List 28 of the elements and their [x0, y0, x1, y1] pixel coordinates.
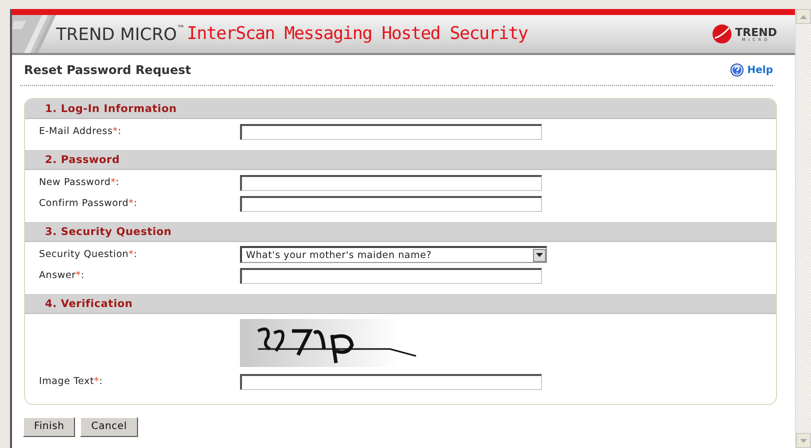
header-stripes-drawing	[12, 15, 56, 53]
input-field[interactable]	[240, 124, 542, 140]
logo-icon	[712, 24, 732, 44]
field-label: E-Mail Address*:	[38, 126, 122, 137]
security-question-dropdown[interactable]: What's your mother's maiden name?	[240, 246, 547, 263]
input-field[interactable]	[240, 268, 542, 284]
down-arrow-icon	[800, 438, 807, 442]
field-label: Answer*:	[38, 270, 86, 281]
field-label: Security Question*:	[38, 249, 138, 260]
product-name: InterScan Messaging Hosted Security	[186, 24, 528, 44]
section-header: 2. Password	[25, 150, 776, 170]
field-label: Confirm Password*:	[38, 198, 138, 209]
section-header: 1. Log-In Information	[25, 99, 776, 119]
input-field[interactable]	[240, 174, 542, 190]
section-header: 3. Security Question	[25, 222, 776, 242]
up-arrow-icon	[800, 14, 807, 18]
action-button[interactable]: Cancel	[80, 416, 138, 436]
action-button[interactable]: Finish	[23, 416, 76, 436]
help-icon	[730, 63, 744, 77]
input-field[interactable]	[240, 196, 542, 212]
brand-name: TREND MICRO$^{™}$	[56, 24, 185, 44]
field-label: New Password*:	[38, 177, 120, 188]
help-link[interactable]: Help	[730, 63, 773, 77]
field-label: Image Text*:	[38, 376, 104, 387]
logo-text: TREND	[735, 26, 777, 38]
page-title: Reset Password Request	[24, 63, 191, 77]
section-header: 4. Verification	[25, 294, 776, 314]
input-field[interactable]	[240, 374, 542, 390]
